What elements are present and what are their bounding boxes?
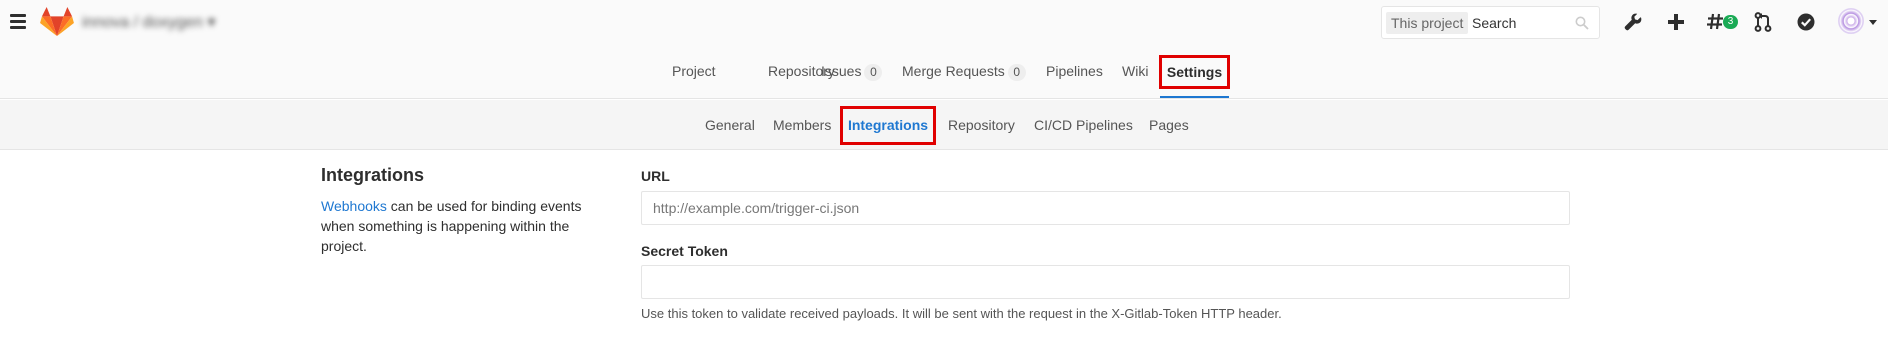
integrations-description: Webhooks can be used for binding events …: [321, 196, 601, 256]
settings-subnav: General Members Integrations Repository …: [0, 100, 1888, 150]
url-input[interactable]: [641, 191, 1570, 225]
webhooks-link[interactable]: Webhooks: [321, 198, 387, 214]
chevron-down-icon[interactable]: [1869, 20, 1877, 25]
subnav-cicd-pipelines[interactable]: CI/CD Pipelines: [1034, 117, 1133, 133]
nav-pipelines[interactable]: Pipelines: [1046, 63, 1103, 79]
subnav-repository[interactable]: Repository: [948, 117, 1015, 133]
todos-count-badge[interactable]: 3: [1723, 15, 1738, 29]
subnav-members[interactable]: Members: [773, 117, 831, 133]
project-path-text[interactable]: innova / doxygen: [82, 14, 203, 31]
issues-hash-icon[interactable]: [1707, 13, 1724, 30]
project-path[interactable]: innova / doxygen ▾: [82, 12, 215, 32]
search-input[interactable]: [1472, 12, 1572, 34]
merge-requests-count-badge: 0: [1007, 64, 1026, 81]
nav-merge-requests[interactable]: Merge Requests 0: [902, 63, 1026, 81]
wrench-icon[interactable]: [1624, 13, 1642, 31]
issues-count-badge: 0: [864, 64, 883, 81]
nav-wiki[interactable]: Wiki: [1122, 63, 1148, 79]
plus-icon[interactable]: [1668, 14, 1684, 30]
search-scope-badge[interactable]: This project: [1386, 12, 1469, 34]
search-icon: [1575, 16, 1589, 30]
secret-token-label: Secret Token: [641, 243, 728, 259]
todo-check-icon[interactable]: [1797, 13, 1815, 31]
nav-issues-label[interactable]: Issues: [821, 63, 861, 79]
subnav-general[interactable]: General: [705, 117, 755, 133]
chevron-down-icon[interactable]: ▾: [207, 14, 215, 31]
nav-settings[interactable]: Settings: [1159, 55, 1230, 89]
project-nav: Project Repository Issues 0 Merge Request…: [0, 45, 1888, 99]
secret-token-help: Use this token to validate received payl…: [641, 306, 1282, 321]
active-tab-underline: [1160, 96, 1229, 98]
hamburger-menu-icon[interactable]: [10, 14, 26, 30]
merge-request-icon[interactable]: [1754, 12, 1772, 32]
search-box[interactable]: This project: [1381, 6, 1600, 39]
subnav-pages[interactable]: Pages: [1149, 117, 1189, 133]
secret-token-input[interactable]: [641, 265, 1570, 299]
integrations-title: Integrations: [321, 165, 425, 185]
top-navbar: innova / doxygen ▾ This project 3: [0, 0, 1888, 45]
nav-issues[interactable]: Issues 0: [821, 63, 883, 81]
gitlab-logo[interactable]: [40, 6, 74, 38]
user-avatar[interactable]: [1838, 8, 1864, 34]
url-label: URL: [641, 168, 670, 184]
subnav-integrations[interactable]: Integrations: [840, 106, 936, 145]
nav-project[interactable]: Project: [672, 63, 716, 79]
nav-merge-requests-label[interactable]: Merge Requests: [902, 63, 1005, 79]
